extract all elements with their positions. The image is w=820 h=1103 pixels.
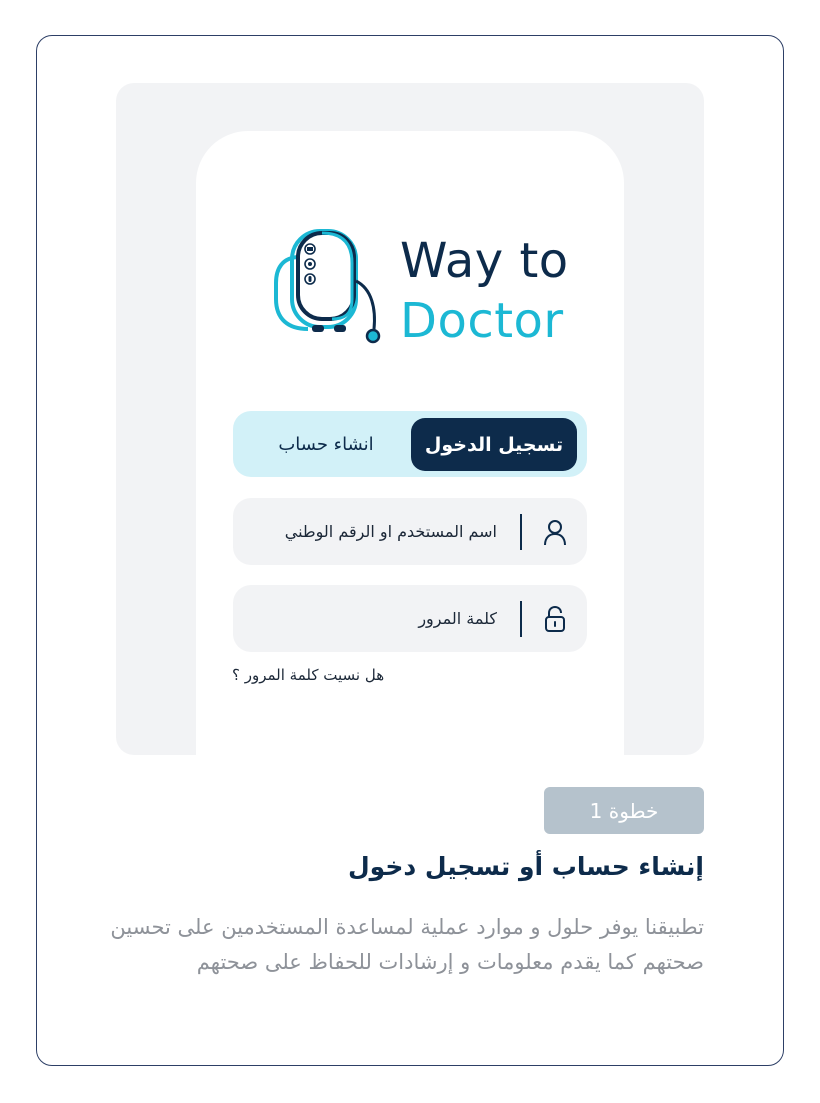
step-badge: خطوة 1 (544, 787, 704, 834)
app-preview: Way to Doctor انشاء حساب تسجيل الدخول اس… (116, 83, 704, 755)
tab-login[interactable]: تسجيل الدخول (411, 418, 577, 471)
forgot-password-link[interactable]: هل نسيت كلمة المرور ؟ (232, 666, 384, 684)
user-icon (544, 520, 566, 546)
logo-line-1: Way to (400, 233, 569, 289)
field-divider (520, 601, 522, 637)
username-field[interactable]: اسم المستخدم او الرقم الوطني (233, 498, 587, 565)
unlock-icon (545, 605, 565, 632)
logo-line-2: Doctor (400, 293, 564, 349)
auth-tabs: انشاء حساب تسجيل الدخول (233, 411, 587, 477)
password-field[interactable]: كلمة المرور (233, 585, 587, 652)
username-placeholder: اسم المستخدم او الرقم الوطني (284, 522, 497, 541)
app-logo-text: Way to Doctor (400, 231, 569, 351)
password-placeholder: كلمة المرور (418, 609, 497, 628)
step-title: إنشاء حساب أو تسجيل دخول (347, 852, 704, 881)
field-divider (520, 514, 522, 550)
phone-stethoscope-logo-icon (274, 229, 381, 344)
tab-register[interactable]: انشاء حساب (243, 418, 409, 471)
step-description: تطبيقنا يوفر حلول و موارد عملية لمساعدة … (110, 915, 704, 974)
phone-screen: Way to Doctor انشاء حساب تسجيل الدخول اس… (196, 131, 624, 755)
